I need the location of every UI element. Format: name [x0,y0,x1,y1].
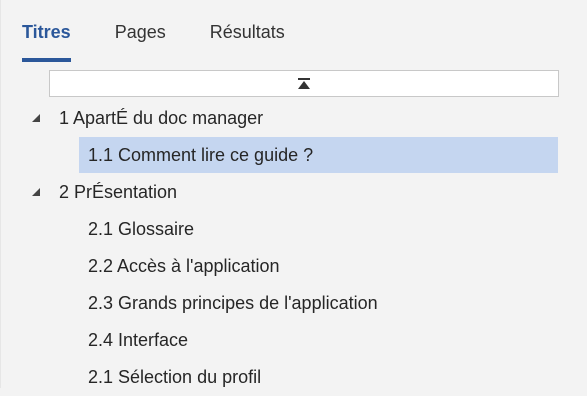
tree-item-label: 2.2 Accès à l'application [88,256,280,276]
expanded-triangle-icon[interactable] [31,113,41,123]
tree-item-label: 1 ApartÉ du doc manager [59,108,264,128]
tree-item-presentation[interactable]: 2 PrÉsentation [1,174,587,211]
tree-item-label: 2.1 Glossaire [88,219,195,239]
tree-item-label: 2.1 Sélection du profil [88,367,262,387]
tree-item-acces[interactable]: 2.2 Accès à l'application [1,248,587,285]
navigation-pane: Titres Pages Résultats 1 ApartÉ du doc m… [0,0,587,388]
nav-tabs: Titres Pages Résultats [22,18,329,62]
tree-item-grands-principes[interactable]: 2.3 Grands principes de l'application [1,285,587,322]
tab-resultats[interactable]: Résultats [210,18,285,46]
tab-pages[interactable]: Pages [115,18,166,46]
tree-item-aparte[interactable]: 1 ApartÉ du doc manager [1,100,587,137]
tree-item-label: 2.4 Interface [88,330,189,350]
tree-item-label: 2 PrÉsentation [59,182,178,202]
tree-item-glossaire[interactable]: 2.1 Glossaire [1,211,587,248]
expanded-triangle-icon[interactable] [31,187,41,197]
tree-item-comment-lire[interactable]: 1.1 Comment lire ce guide ? [1,137,587,174]
heading-tree: 1 ApartÉ du doc manager 1.1 Comment lire… [1,100,587,396]
tab-titres[interactable]: Titres [22,18,71,62]
tree-item-label: 2.3 Grands principes de l'application [88,293,378,313]
collapse-all-icon [298,77,310,89]
collapse-all-button[interactable] [49,70,559,97]
tree-item-selection-profil[interactable]: 2.1 Sélection du profil [1,359,587,396]
tree-item-label: 1.1 Comment lire ce guide ? [88,145,314,165]
tree-item-interface[interactable]: 2.4 Interface [1,322,587,359]
